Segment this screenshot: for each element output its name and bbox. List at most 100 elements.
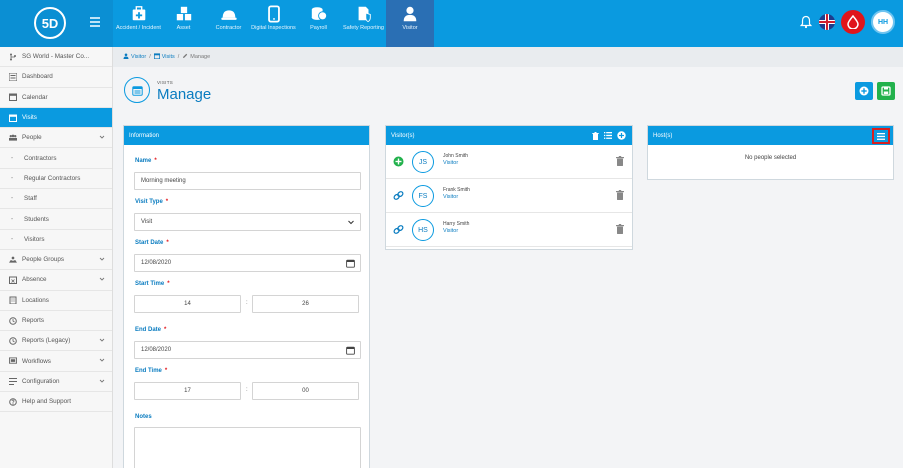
people-icon [9,134,17,142]
absence-icon [9,276,17,284]
end-date-input[interactable]: 12/08/2020 [134,341,361,359]
tablet-icon [267,5,280,23]
trash-icon[interactable] [616,224,624,234]
breadcrumb-sep: / [177,54,180,60]
visitor-role: Visitor [443,194,459,200]
module-nav: Accident / Incident Asset Contractor Dig… [116,0,434,47]
sidebar-item-label: Dashboard [22,73,53,81]
module-label: Safety Reporting [343,25,384,31]
sidebar-item-dashboard[interactable]: Dashboard [0,67,112,88]
module-label: Accident / Incident [116,25,161,31]
sidebar-item-label: Configuration [22,377,60,385]
hosts-panel-header: Host(s) [648,126,893,145]
org-name: SG World - Master Co... [22,53,90,61]
dash-icon: - [10,215,14,223]
trash-icon[interactable] [616,156,624,166]
start-date-input[interactable]: 12/08/2020 [134,254,361,272]
reports-icon [9,316,17,325]
list-icon[interactable] [604,132,612,139]
breadcrumb-manage: Manage [190,54,211,60]
module-safety-reporting[interactable]: Safety Reporting [341,0,386,47]
sidebar-item-reports-legacy[interactable]: Reports (Legacy) [0,331,112,352]
sidebar-item-reports[interactable]: Reports [0,311,112,332]
sidebar-item-label: Reports [22,317,45,324]
header-actions [855,82,895,100]
app-logo[interactable]: 5D [34,7,66,39]
notes-textarea[interactable] [134,427,361,468]
link-icon[interactable] [393,224,404,235]
sidebar-item-people[interactable]: People [0,128,112,149]
people-groups-icon [9,256,17,264]
visitor-row: FS Frank Smith Visitor [386,179,632,213]
sidebar-item-help-and-support[interactable]: Help and Support [0,392,112,413]
calendar-picker-icon[interactable] [346,259,355,268]
sidebar-item-visitors[interactable]: - Visitors [0,230,112,250]
add-button[interactable] [855,82,873,100]
sidebar-item-workflows[interactable]: Workflows [0,351,112,372]
end-minute-input[interactable]: 00 [252,382,359,400]
config-icon [9,377,17,386]
start-hour-input[interactable]: 14 [134,295,241,313]
module-asset[interactable]: Asset [161,0,206,47]
calendar-check-icon [9,114,17,122]
uk-flag-icon[interactable] [819,14,835,30]
module-accident-incident[interactable]: Accident / Incident [116,0,161,47]
visit-type-select[interactable]: Visit [134,213,361,231]
sidebar-item-regular-contractors[interactable]: - Regular Contractors [0,169,112,190]
visit-type-label: Visit Type * [135,199,169,205]
breadcrumb-calendar-icon [153,53,160,61]
shield-file-icon [358,6,371,23]
module-label: Contractor [215,25,242,31]
alert-drop-icon[interactable] [841,10,865,34]
panel-title: Visitor(s) [391,132,415,139]
start-minute-input[interactable]: 26 [252,295,359,313]
sidebar-item-label: Locations [22,296,49,304]
module-payroll[interactable]: Payroll [296,0,341,47]
panel-title: Information [129,132,160,139]
calendar-icon [9,93,17,102]
link-icon[interactable] [393,190,404,201]
module-contractor[interactable]: Contractor [206,0,251,47]
reports-legacy-icon [9,336,17,345]
list-icon [877,132,885,140]
module-visitor[interactable]: Visitor [386,0,434,47]
sidebar-item-visits[interactable]: Visits [0,107,112,129]
sidebar-item-label: Students [24,215,49,223]
sidebar-item-label: Reports (Legacy) [22,337,71,345]
bell-icon[interactable] [799,15,813,29]
sidebar-item-staff[interactable]: - Staff [0,189,112,210]
trash-icon[interactable] [592,131,599,140]
add-circle-icon[interactable] [617,131,626,140]
calendar-picker-icon[interactable] [346,346,355,355]
end-hour-input[interactable]: 17 [134,382,241,400]
sidebar-item-absence[interactable]: Absence [0,270,112,291]
no-hosts-message: No people selected [744,155,797,161]
breadcrumb-visitor[interactable]: Visitor [131,54,146,60]
hard-hat-icon [220,10,237,20]
module-digital-inspections[interactable]: Digital Inspections [251,0,296,47]
host-list-button[interactable] [872,128,890,144]
add-green-icon[interactable] [393,156,404,167]
menu-toggle-icon[interactable] [90,17,100,27]
module-label: Asset [176,25,191,31]
sidebar-item-contractors[interactable]: - Contractors [0,148,112,169]
workflow-icon [9,357,17,365]
sidebar-item-configuration[interactable]: Configuration [0,372,112,393]
sidebar-item-locations[interactable]: Locations [0,291,112,311]
chevron-down-icon [348,220,354,225]
chevron-down-icon [99,256,105,264]
save-button[interactable] [877,82,895,100]
chevron-down-icon [99,357,105,365]
sidebar-item-label: People [22,134,42,142]
dash-icon: - [10,154,14,162]
sidebar-item-students[interactable]: - Students [0,209,112,230]
sidebar-item-calendar[interactable]: Calendar [0,88,112,108]
boxes-icon [176,6,191,21]
breadcrumb-visits[interactable]: Visits [162,54,175,60]
sidebar-item-people-groups[interactable]: People Groups [0,250,112,271]
org-selector[interactable]: SG World - Master Co... [0,47,112,68]
name-input[interactable]: Morning meeting [134,172,361,190]
sidebar-item-label: People Groups [22,256,65,264]
user-avatar[interactable]: HH [871,10,895,34]
trash-icon[interactable] [616,190,624,200]
